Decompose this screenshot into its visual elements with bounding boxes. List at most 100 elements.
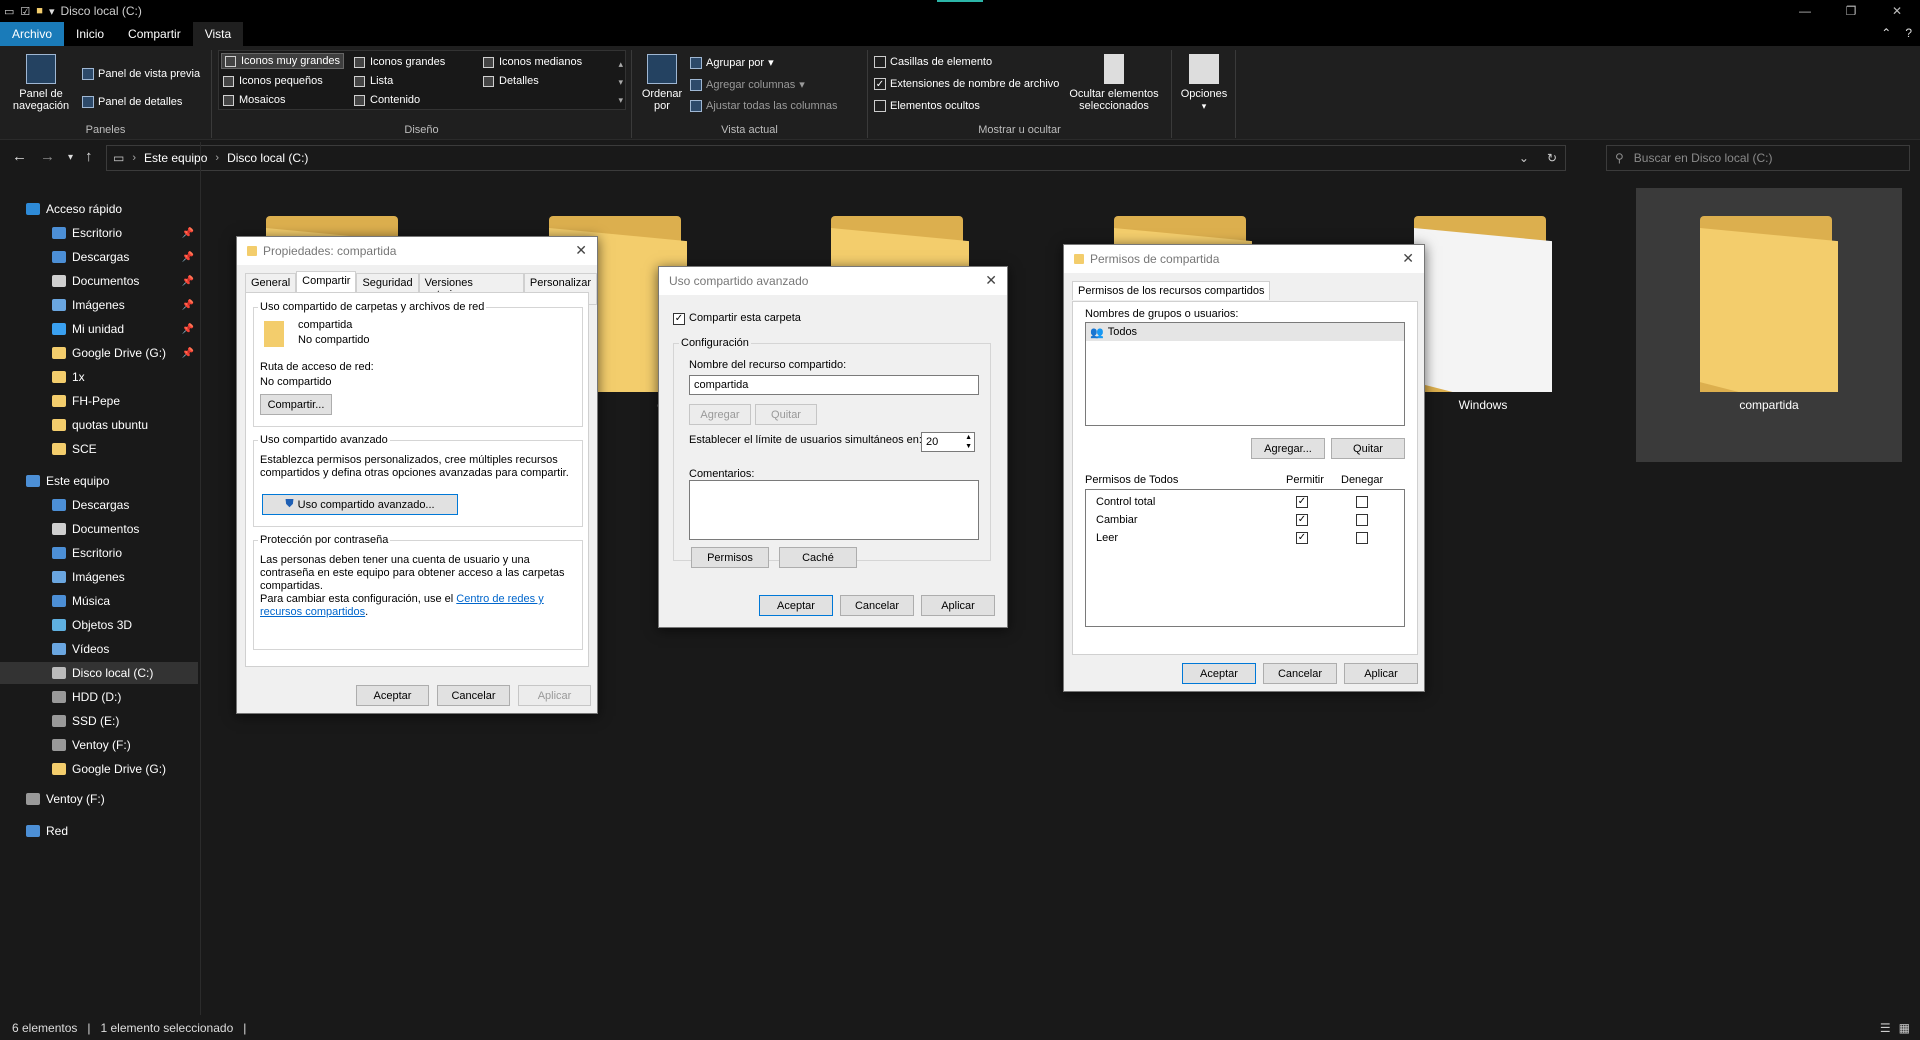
hidden-items-toggle[interactable]: Elementos ocultos (874, 100, 980, 112)
hide-selected-button[interactable]: Ocultar elementos seleccionados (1064, 54, 1164, 112)
layout-details[interactable]: Detalles (483, 75, 539, 87)
folder-compartida[interactable]: compartida (1669, 216, 1869, 412)
comments-textarea[interactable] (689, 480, 979, 540)
add-columns-button[interactable]: Agregar columnas ▾ (690, 78, 805, 91)
sidebar-item-quick[interactable]: Escritorio 📌 (0, 222, 198, 244)
search-box[interactable]: ⚲ Buscar en Disco local (C:) (1606, 145, 1910, 171)
customize-qat-icon[interactable]: ▾ (49, 5, 55, 18)
sidebar-item-quick[interactable]: SCE (0, 438, 198, 460)
ok-button[interactable]: Aceptar (356, 685, 429, 706)
advanced-sharing-button[interactable]: ⛊ Uso compartido avanzado... (262, 494, 458, 515)
collapse-ribbon-icon[interactable]: ⌃ (1881, 26, 1891, 40)
group-by-button[interactable]: Agrupar por ▾ (690, 56, 774, 69)
remove-share-button[interactable]: Quitar (755, 404, 817, 425)
item-checkboxes-toggle[interactable]: Casillas de elemento (874, 56, 992, 68)
close-icon[interactable]: ✕ (985, 272, 997, 289)
checkbox[interactable] (874, 100, 886, 112)
allow-checkbox[interactable]: ✓ (1296, 532, 1308, 544)
drive-icon[interactable]: ▭ (4, 5, 14, 18)
spinner-arrows-icon[interactable]: ▲ ▼ (965, 433, 972, 451)
sidebar-ventoy[interactable]: Ventoy (F:) (0, 788, 198, 810)
add-share-button[interactable]: Agregar (689, 404, 751, 425)
deny-checkbox[interactable] (1356, 496, 1368, 508)
cancel-button[interactable]: Cancelar (1263, 663, 1337, 684)
new-folder-icon[interactable]: ■ (36, 5, 43, 17)
cache-button[interactable]: Caché (779, 547, 857, 568)
sidebar-item-pc[interactable]: Vídeos (0, 638, 198, 660)
refresh-icon[interactable]: ↻ (1547, 151, 1557, 165)
layout-content[interactable]: Contenido (354, 94, 420, 106)
tab-archivo[interactable]: Archivo (0, 22, 65, 46)
sidebar-item-quick[interactable]: Google Drive (G:) 📌 (0, 342, 198, 364)
address-bar[interactable]: ▭ › Este equipo › Disco local (C:) ⌄ ↻ (106, 145, 1566, 171)
sort-by-button[interactable]: Ordenar por (640, 54, 684, 112)
sidebar-item-quick[interactable]: quotas ubuntu (0, 414, 198, 436)
sidebar-item-pc[interactable]: SSD (E:) (0, 710, 198, 732)
apply-button[interactable]: Aplicar (518, 685, 591, 706)
back-arrow-icon[interactable]: ← (12, 148, 27, 165)
gallery-scroll-icon[interactable]: ▴ ▾ ▾ (618, 55, 623, 109)
recent-locations-icon[interactable]: ▾ (68, 152, 73, 163)
list-item[interactable]: 👥 Todos (1086, 323, 1404, 341)
apply-button[interactable]: Aplicar (921, 595, 995, 616)
tab-vista[interactable]: Vista (192, 22, 244, 46)
address-history-icon[interactable]: ⌄ (1519, 151, 1529, 165)
remove-user-button[interactable]: Quitar (1331, 438, 1405, 459)
minimize-button[interactable]: — (1782, 0, 1828, 22)
sidebar-item-pc[interactable]: Google Drive (G:) (0, 758, 198, 780)
sidebar-item-pc[interactable]: Documentos (0, 518, 198, 540)
sidebar-item-quick[interactable]: Mi unidad 📌 (0, 318, 198, 340)
details-pane-button[interactable]: Panel de detalles (82, 96, 182, 108)
tab-compartir[interactable]: Compartir (116, 22, 193, 46)
share-folder-checkbox[interactable]: ✓ (673, 313, 685, 325)
sidebar-item-quick[interactable]: Documentos 📌 (0, 270, 198, 292)
layout-large-icons[interactable]: Iconos grandes (354, 56, 445, 68)
extensions-toggle[interactable]: ✓ Extensiones de nombre de archivo (874, 78, 1059, 90)
options-button[interactable]: Opciones ▾ (1178, 54, 1230, 112)
sidebar-this-pc[interactable]: Este equipo (0, 470, 198, 492)
close-icon[interactable]: ✕ (575, 242, 587, 259)
close-icon[interactable]: ✕ (1402, 250, 1414, 267)
deny-checkbox[interactable] (1356, 532, 1368, 544)
share-name-input[interactable]: compartida (689, 375, 979, 395)
large-icons-view-icon[interactable]: ▦ (1899, 1021, 1910, 1035)
properties-icon[interactable]: ☑ (20, 5, 30, 18)
checkbox-checked[interactable]: ✓ (874, 78, 886, 90)
sidebar-quick-access[interactable]: Acceso rápido (0, 198, 198, 220)
details-view-icon[interactable]: ☰ (1880, 1021, 1891, 1035)
share-button[interactable]: Compartir... (260, 394, 332, 415)
deny-checkbox[interactable] (1356, 514, 1368, 526)
breadcrumb-este-equipo[interactable]: Este equipo (144, 151, 207, 165)
help-icon[interactable]: ? (1905, 26, 1912, 40)
cancel-button[interactable]: Cancelar (437, 685, 510, 706)
sidebar-item-quick[interactable]: FH-Pepe (0, 390, 198, 412)
preview-pane-button[interactable]: Panel de vista previa (82, 68, 200, 80)
groups-list[interactable]: 👥 Todos (1085, 322, 1405, 426)
close-button[interactable]: ✕ (1874, 0, 1920, 22)
checkbox[interactable] (874, 56, 886, 68)
allow-checkbox[interactable]: ✓ (1296, 514, 1308, 526)
breadcrumb-disco-local[interactable]: Disco local (C:) (227, 151, 308, 165)
tab-share-permissions[interactable]: Permisos de los recursos compartidos (1072, 281, 1271, 300)
fit-columns-button[interactable]: Ajustar todas las columnas (690, 100, 837, 112)
layout-medium-icons[interactable]: Iconos medianos (483, 56, 582, 68)
layout-tiles[interactable]: Mosaicos (223, 94, 285, 106)
allow-checkbox[interactable]: ✓ (1296, 496, 1308, 508)
layout-small-icons[interactable]: Iconos pequeños (223, 75, 323, 87)
sidebar-item-pc[interactable]: Descargas (0, 494, 198, 516)
layout-list[interactable]: Lista (354, 75, 393, 87)
sidebar-item-pc[interactable]: Disco local (C:) (0, 662, 198, 684)
layout-extra-large-icons[interactable]: Iconos muy grandes (220, 53, 345, 69)
sidebar-network[interactable]: Red (0, 820, 198, 842)
sidebar-item-quick[interactable]: Imágenes 📌 (0, 294, 198, 316)
sidebar-item-pc[interactable]: HDD (D:) (0, 686, 198, 708)
sidebar-item-quick[interactable]: 1x (0, 366, 198, 388)
pane-divider[interactable] (200, 142, 201, 1015)
ok-button[interactable]: Aceptar (1182, 663, 1256, 684)
sidebar-item-pc[interactable]: Ventoy (F:) (0, 734, 198, 756)
user-limit-spinner[interactable]: 20 ▲ ▼ (921, 432, 975, 452)
ok-button[interactable]: Aceptar (759, 595, 833, 616)
sidebar-item-quick[interactable]: Descargas 📌 (0, 246, 198, 268)
search-input[interactable]: Buscar en Disco local (C:) (1634, 151, 1773, 165)
sidebar-item-pc[interactable]: Escritorio (0, 542, 198, 564)
